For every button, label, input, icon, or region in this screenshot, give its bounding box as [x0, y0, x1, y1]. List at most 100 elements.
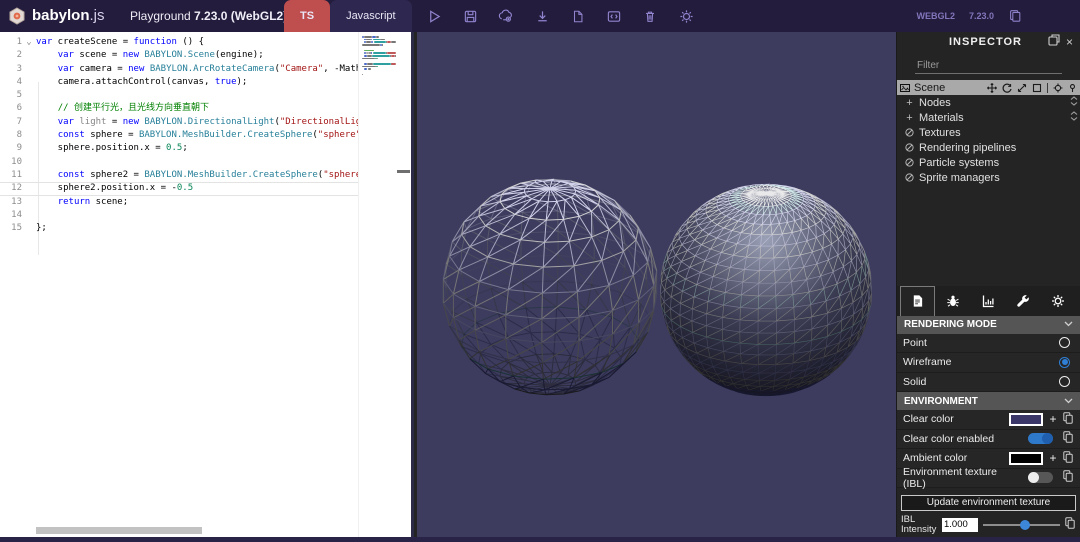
code-line[interactable]: 12 sphere2.position.x = -0.5 [0, 182, 411, 195]
tree-item-rendering-pipelines[interactable]: Rendering pipelines [897, 140, 1080, 155]
clear-button[interactable] [642, 8, 659, 25]
code-line[interactable]: 9 sphere.position.x = 0.5; [0, 142, 411, 155]
tree-item-particle-systems[interactable]: Particle systems [897, 155, 1080, 170]
ibl-intensity-slider[interactable] [983, 519, 1060, 530]
copy-icon[interactable] [1063, 412, 1074, 427]
code-editor[interactable]: 1var createScene = function () {2 var sc… [0, 32, 414, 537]
save-button[interactable] [462, 8, 479, 25]
code-lines: 1var createScene = function () {2 var sc… [0, 36, 411, 235]
filter-input[interactable] [915, 59, 1062, 72]
tab-tools[interactable] [1005, 286, 1040, 316]
code-line[interactable]: 15}; [0, 222, 411, 235]
tab-debug[interactable] [935, 286, 970, 316]
section-environment[interactable]: ENVIRONMENT [897, 392, 1080, 410]
picker-icon[interactable] [1053, 83, 1063, 93]
code-line[interactable]: 14 [0, 209, 411, 222]
code-line[interactable]: 4 camera.attachControl(canvas, true); [0, 76, 411, 89]
code-line[interactable]: 7 var light = new BABYLON.DirectionalLig… [0, 116, 411, 129]
tab-properties[interactable] [900, 286, 935, 316]
ibl-texture-toggle-off[interactable] [1028, 472, 1053, 483]
horizontal-scrollbar[interactable] [36, 527, 202, 534]
code-line[interactable]: 10 [0, 156, 411, 169]
engine-label: WEBGL2 [916, 11, 955, 21]
radio-solid[interactable] [1059, 376, 1070, 387]
rotate-gizmo-icon[interactable] [1002, 83, 1012, 93]
ibl-intensity-input[interactable] [942, 518, 978, 532]
scale-gizmo-icon[interactable] [1017, 83, 1027, 93]
engine-version: 7.23.0 [969, 11, 994, 21]
radio-wireframe-selected[interactable] [1059, 357, 1070, 368]
download-button[interactable] [534, 8, 551, 25]
popup-icon[interactable] [1048, 33, 1061, 51]
scene-icon [900, 83, 910, 93]
tab-statistics[interactable] [970, 286, 1005, 316]
chevron-down-icon [1064, 319, 1073, 330]
new-file-button[interactable] [570, 8, 587, 25]
embed-button[interactable] [606, 8, 623, 25]
bounding-box-gizmo-icon[interactable] [1032, 83, 1042, 93]
code-line[interactable]: 8 const sphere = BABYLON.MeshBuilder.Cre… [0, 129, 411, 142]
code-line[interactable]: 2 var scene = new BABYLON.Scene(engine); [0, 49, 411, 62]
expand-color-icon[interactable] [1049, 451, 1057, 465]
docs-button[interactable] [1008, 8, 1022, 25]
row-environment-texture: Environment texture (IBL) [897, 469, 1080, 489]
option-point[interactable]: Point [897, 334, 1080, 354]
tab-typescript[interactable]: TS [284, 0, 330, 32]
ambient-color-swatch[interactable] [1009, 452, 1043, 465]
footer-strip [0, 537, 1080, 542]
expand-color-icon[interactable] [1049, 412, 1057, 426]
scene-spheres [417, 32, 896, 537]
code-line[interactable]: 3 var camera = new BABYLON.ArcRotateCame… [0, 63, 411, 76]
section-rendering-mode[interactable]: RENDERING MODE [897, 316, 1080, 334]
code-line[interactable]: 1var createScene = function () { [0, 36, 411, 49]
tree-item-scene[interactable]: Scene [897, 80, 1080, 95]
fold-gutter [22, 116, 36, 129]
playground-title: Playground 7.23.0 (WebGL2) [130, 9, 280, 23]
radio-point[interactable] [1059, 337, 1070, 348]
clear-color-swatch[interactable] [1009, 413, 1043, 426]
copy-icon[interactable] [1063, 451, 1074, 466]
inspector-button[interactable] [498, 8, 515, 25]
copy-icon[interactable] [1063, 470, 1074, 485]
option-label: Wireframe [903, 356, 1053, 368]
expand-all-icon[interactable] [1070, 96, 1078, 109]
expand-all-icon[interactable] [1070, 111, 1078, 124]
tree-item-nodes[interactable]: Nodes [897, 95, 1080, 110]
tree-item-sprite-managers[interactable]: Sprite managers [897, 170, 1080, 185]
empty-icon [905, 173, 914, 182]
option-wireframe[interactable]: Wireframe [897, 353, 1080, 373]
babylon-logo[interactable]: babylon.js [0, 7, 130, 25]
run-button[interactable] [426, 8, 443, 25]
option-label: Point [903, 337, 1053, 349]
tree-item-textures[interactable]: Textures [897, 125, 1080, 140]
copy-icon[interactable] [1063, 431, 1074, 446]
update-environment-texture-button[interactable]: Update environment texture [901, 495, 1076, 511]
plus-icon [905, 97, 914, 109]
clear-color-toggle-on[interactable] [1028, 433, 1053, 444]
code-line[interactable]: 5 [0, 89, 411, 102]
settings-button[interactable] [678, 8, 695, 25]
option-solid[interactable]: Solid [897, 373, 1080, 393]
translate-gizmo-icon[interactable] [987, 83, 997, 93]
tree-item-materials[interactable]: Materials [897, 110, 1080, 125]
minimap[interactable] [359, 32, 411, 537]
babylon-logo-icon [8, 7, 26, 25]
tab-settings[interactable] [1040, 286, 1075, 316]
pin-icon[interactable] [1068, 83, 1077, 93]
tab-javascript[interactable]: Javascript [330, 0, 412, 32]
code-line[interactable]: 6 // 创建平行光，且光线方向垂直朝下 [0, 102, 411, 115]
code-line[interactable]: 13 return scene; [0, 196, 411, 209]
slider-knob[interactable] [1020, 520, 1030, 530]
fold-gutter [22, 63, 36, 76]
close-icon[interactable] [1066, 35, 1080, 49]
filter-field [915, 55, 1062, 74]
code-line[interactable]: 11 const sphere2 = BABYLON.MeshBuilder.C… [0, 169, 411, 182]
render-canvas[interactable] [417, 32, 896, 537]
tree-empty-area [897, 185, 1080, 286]
fold-arrow-icon[interactable] [22, 36, 36, 49]
fold-gutter [22, 169, 36, 182]
tree-label: Rendering pipelines [919, 142, 1016, 154]
copy-icon[interactable] [1065, 517, 1076, 532]
fold-gutter [22, 76, 36, 89]
toolbar [426, 8, 695, 25]
